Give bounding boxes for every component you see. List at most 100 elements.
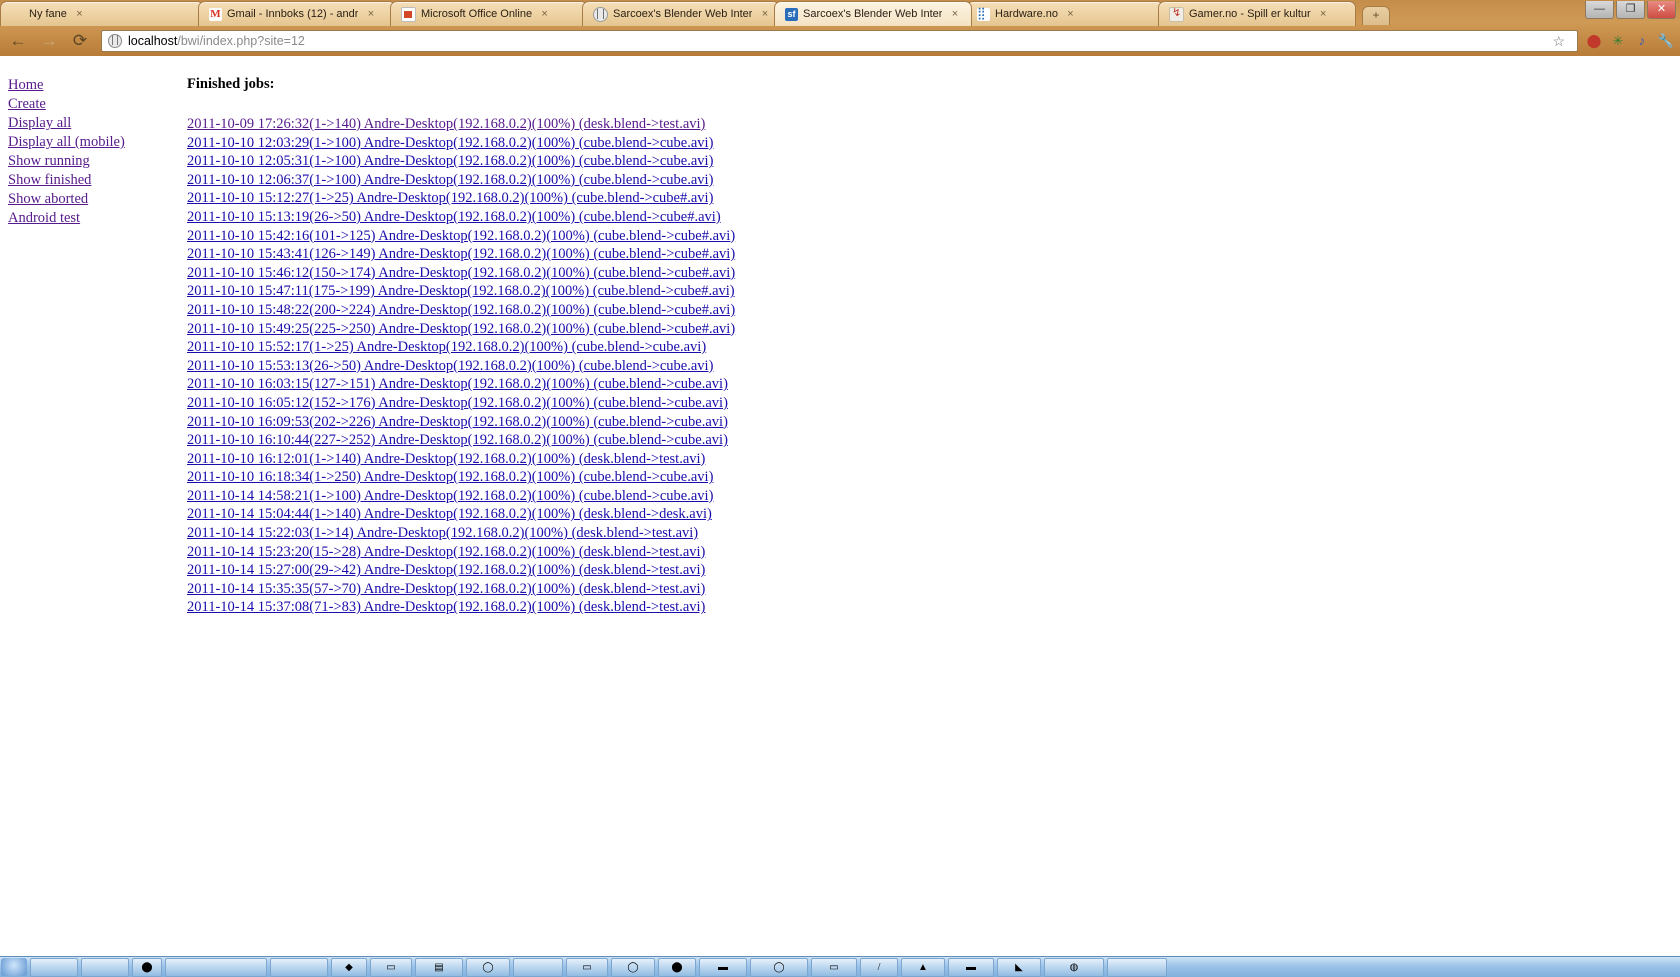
page-title: Finished jobs: — [187, 76, 275, 92]
tab-close-icon[interactable]: × — [538, 8, 551, 21]
job-link[interactable]: 2011-10-14 15:37:08(71->83) Andre-Deskto… — [187, 598, 735, 617]
job-link[interactable]: 2011-10-14 15:35:35(57->70) Andre-Deskto… — [187, 580, 735, 599]
music-note-icon[interactable]: ♪ — [1632, 31, 1652, 51]
finished-jobs-list: 2011-10-09 17:26:32(1->140) Andre-Deskto… — [187, 115, 735, 617]
url-host: localhost — [128, 34, 178, 48]
job-link[interactable]: 2011-10-10 15:53:13(26->50) Andre-Deskto… — [187, 357, 735, 376]
browser-tab-5[interactable]: Hardware.no × — [966, 1, 1164, 26]
job-link[interactable]: 2011-10-14 15:22:03(1->14) Andre-Desktop… — [187, 524, 735, 543]
tab-strip: Ny fane × M Gmail - Innboks (12) - andr × Mic… — [0, 0, 1680, 26]
job-link[interactable]: 2011-10-10 12:05:31(1->100) Andre-Deskto… — [187, 152, 735, 171]
sidebar-item-show-running[interactable]: Show running — [8, 152, 178, 171]
tab-close-icon[interactable]: × — [73, 8, 86, 21]
back-button[interactable]: ← — [5, 28, 31, 54]
job-link[interactable]: 2011-10-10 15:12:27(1->25) Andre-Desktop… — [187, 189, 735, 208]
hardware-icon — [977, 6, 990, 21]
taskbar-item[interactable]: ▭ — [566, 957, 608, 977]
sidebar-item-show-finished[interactable]: Show finished — [8, 171, 178, 190]
main-content: Finished jobs: 2011-10-09 17:26:32(1->14… — [187, 76, 735, 617]
browser-tab-6[interactable]: Gamer.no - Spill er kultur × — [1158, 1, 1356, 26]
job-link[interactable]: 2011-10-10 16:12:01(1->140) Andre-Deskto… — [187, 450, 735, 469]
address-bar[interactable]: localhost /bwi/index.php?site=12 ☆ — [101, 30, 1578, 52]
taskbar-item[interactable]: ◯ — [611, 957, 655, 977]
job-link[interactable]: 2011-10-10 16:03:15(127->151) Andre-Desk… — [187, 375, 735, 394]
sidebar-item-android-test[interactable]: Android test — [8, 209, 178, 228]
taskbar-item[interactable]: ▬ — [699, 957, 747, 977]
job-link[interactable]: 2011-10-10 15:47:11(175->199) Andre-Desk… — [187, 282, 735, 301]
sidebar-item-create[interactable]: Create — [8, 95, 178, 114]
job-link[interactable]: 2011-10-10 12:06:37(1->100) Andre-Deskto… — [187, 171, 735, 190]
taskbar-item[interactable] — [1107, 957, 1167, 977]
sidebar-item-show-aborted[interactable]: Show aborted — [8, 190, 178, 209]
taskbar-item[interactable]: ▭ — [370, 957, 412, 977]
job-link[interactable]: 2011-10-14 14:58:21(1->100) Andre-Deskto… — [187, 487, 735, 506]
tab-close-icon[interactable]: × — [1317, 8, 1330, 21]
close-window-button[interactable]: ✕ — [1647, 1, 1676, 19]
adblock-stop-icon[interactable]: ⬤ — [1584, 31, 1604, 51]
browser-toolbar: ← → ⟳ localhost /bwi/index.php?site=12 ☆… — [0, 26, 1680, 56]
job-link[interactable]: 2011-10-10 16:09:53(202->226) Andre-Desk… — [187, 413, 735, 432]
taskbar-item[interactable]: ▬ — [948, 957, 994, 977]
sidebar-nav: Home Create Display all Display all (mobile… — [8, 76, 178, 228]
taskbar-items: ⬤ ◆ ▭ ▤ ◯ ▭ ◯ ⬤ ▬ ◯ ▭ / ▲ ▬ ◣ ◍ — [27, 957, 1167, 977]
start-button[interactable] — [1, 958, 27, 976]
sidebar-item-display-all[interactable]: Display all — [8, 114, 178, 133]
tab-title: Microsoft Office Online — [421, 8, 533, 20]
job-link[interactable]: 2011-10-10 15:42:16(101->125) Andre-Desk… — [187, 227, 735, 246]
sidebar-item-display-all-mobile[interactable]: Display all (mobile) — [8, 133, 178, 152]
new-tab-button[interactable]: + — [1362, 6, 1390, 25]
bookmark-star-icon[interactable]: ☆ — [1552, 33, 1565, 50]
taskbar-item[interactable]: ▲ — [901, 957, 945, 977]
taskbar-item[interactable]: ◯ — [750, 957, 808, 977]
tab-title: Sarcoex's Blender Web Inter — [803, 8, 943, 20]
puzzle-extension-icon[interactable]: ✳ — [1608, 31, 1628, 51]
job-link[interactable]: 2011-10-10 15:48:22(200->224) Andre-Desk… — [187, 301, 735, 320]
browser-tab-0[interactable]: Ny fane × — [0, 1, 204, 26]
browser-tab-3[interactable]: Sarcoex's Blender Web Inter × — [582, 1, 780, 26]
taskbar-item[interactable]: ▭ — [811, 957, 857, 977]
tab-close-icon[interactable]: × — [948, 8, 961, 21]
job-link[interactable]: 2011-10-10 15:43:41(126->149) Andre-Desk… — [187, 245, 735, 264]
tab-close-icon[interactable]: × — [758, 8, 771, 21]
job-link[interactable]: 2011-10-10 15:13:19(26->50) Andre-Deskto… — [187, 208, 735, 227]
job-link[interactable]: 2011-10-14 15:04:44(1->140) Andre-Deskto… — [187, 505, 735, 524]
taskbar-item[interactable]: ◣ — [997, 957, 1041, 977]
taskbar-item[interactable] — [513, 957, 563, 977]
browser-tab-2[interactable]: Microsoft Office Online × — [390, 1, 588, 26]
taskbar-item[interactable] — [270, 957, 328, 977]
sf-icon: sf — [785, 7, 798, 21]
taskbar-item[interactable] — [165, 957, 267, 977]
job-link[interactable]: 2011-10-10 16:10:44(227->252) Andre-Desk… — [187, 431, 735, 450]
job-link[interactable]: 2011-10-14 15:23:20(15->28) Andre-Deskto… — [187, 543, 735, 562]
taskbar-item[interactable]: ▤ — [415, 957, 463, 977]
job-link[interactable]: 2011-10-10 15:49:25(225->250) Andre-Desk… — [187, 320, 735, 339]
taskbar-item[interactable]: / — [860, 957, 898, 977]
browser-tab-4[interactable]: sf Sarcoex's Blender Web Inter × — [774, 1, 972, 26]
job-link[interactable]: 2011-10-10 16:05:12(152->176) Andre-Desk… — [187, 394, 735, 413]
taskbar-item[interactable]: ◯ — [466, 957, 510, 977]
tab-close-icon[interactable]: × — [1064, 8, 1077, 21]
sidebar-item-home[interactable]: Home — [8, 76, 178, 95]
job-link[interactable]: 2011-10-14 15:27:00(29->42) Andre-Deskto… — [187, 561, 735, 580]
taskbar-item[interactable]: ⬤ — [658, 957, 696, 977]
taskbar-item[interactable]: ◍ — [1044, 957, 1104, 977]
url-path: /bwi/index.php?site=12 — [177, 34, 305, 48]
job-link[interactable]: 2011-10-10 12:03:29(1->100) Andre-Deskto… — [187, 134, 735, 153]
maximize-button[interactable]: ❐ — [1616, 1, 1645, 19]
taskbar-item[interactable]: ◆ — [331, 957, 367, 977]
reload-button[interactable]: ⟳ — [67, 28, 93, 54]
browser-tab-1[interactable]: M Gmail - Innboks (12) - andr × — [198, 1, 396, 26]
job-link[interactable]: 2011-10-10 16:18:34(1->250) Andre-Deskto… — [187, 468, 735, 487]
forward-button[interactable]: → — [36, 28, 62, 54]
globe-icon — [593, 6, 608, 22]
taskbar-item[interactable] — [30, 957, 78, 977]
tab-close-icon[interactable]: × — [364, 8, 377, 21]
job-link[interactable]: 2011-10-10 15:52:17(1->25) Andre-Desktop… — [187, 338, 735, 357]
minimize-button[interactable]: — — [1585, 1, 1614, 19]
job-link[interactable]: 2011-10-09 17:26:32(1->140) Andre-Deskto… — [187, 115, 735, 134]
taskbar-item[interactable]: ⬤ — [132, 957, 162, 977]
wrench-menu-icon[interactable]: 🔧 — [1656, 31, 1676, 51]
job-link[interactable]: 2011-10-10 15:46:12(150->174) Andre-Desk… — [187, 264, 735, 283]
taskbar-item[interactable] — [81, 957, 129, 977]
gamer-icon — [1169, 6, 1184, 22]
